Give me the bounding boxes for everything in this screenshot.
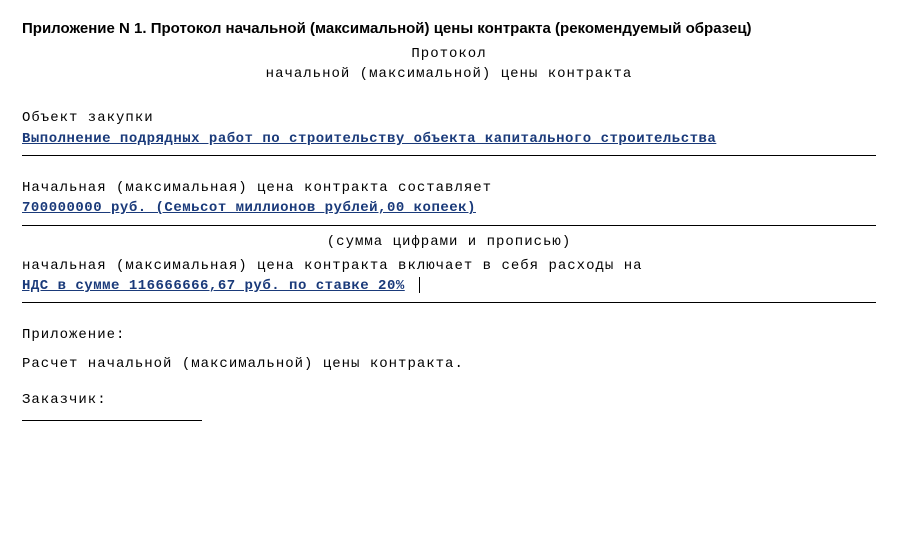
- price-intro: Начальная (максимальная) цена контракта …: [22, 178, 876, 198]
- price-includes: начальная (максимальная) цена контракта …: [22, 252, 876, 276]
- object-value: Выполнение подрядных работ по строительс…: [22, 129, 876, 149]
- subtitle-line-1: Протокол: [22, 44, 876, 64]
- subtitle-line-2: начальной (максимальной) цены контракта: [22, 64, 876, 84]
- customer-label: Заказчик:: [22, 390, 876, 410]
- signature-line: [22, 420, 202, 421]
- attachment-text: Расчет начальной (максимальной) цены кон…: [22, 354, 876, 374]
- page-title: Приложение N 1. Протокол начальной (макс…: [22, 18, 876, 40]
- divider: [22, 155, 876, 156]
- attachment-label: Приложение:: [22, 325, 876, 345]
- divider: [22, 225, 876, 226]
- divider: [22, 302, 876, 303]
- object-label: Объект закупки: [22, 108, 876, 128]
- price-note: (сумма цифрами и прописью): [22, 232, 876, 252]
- price-vat: НДС в сумме 116666666,67 руб. по ставке …: [22, 278, 405, 294]
- text-cursor: [419, 277, 420, 293]
- price-value: 700000000 руб. (Семьсот миллионов рублей…: [22, 198, 876, 218]
